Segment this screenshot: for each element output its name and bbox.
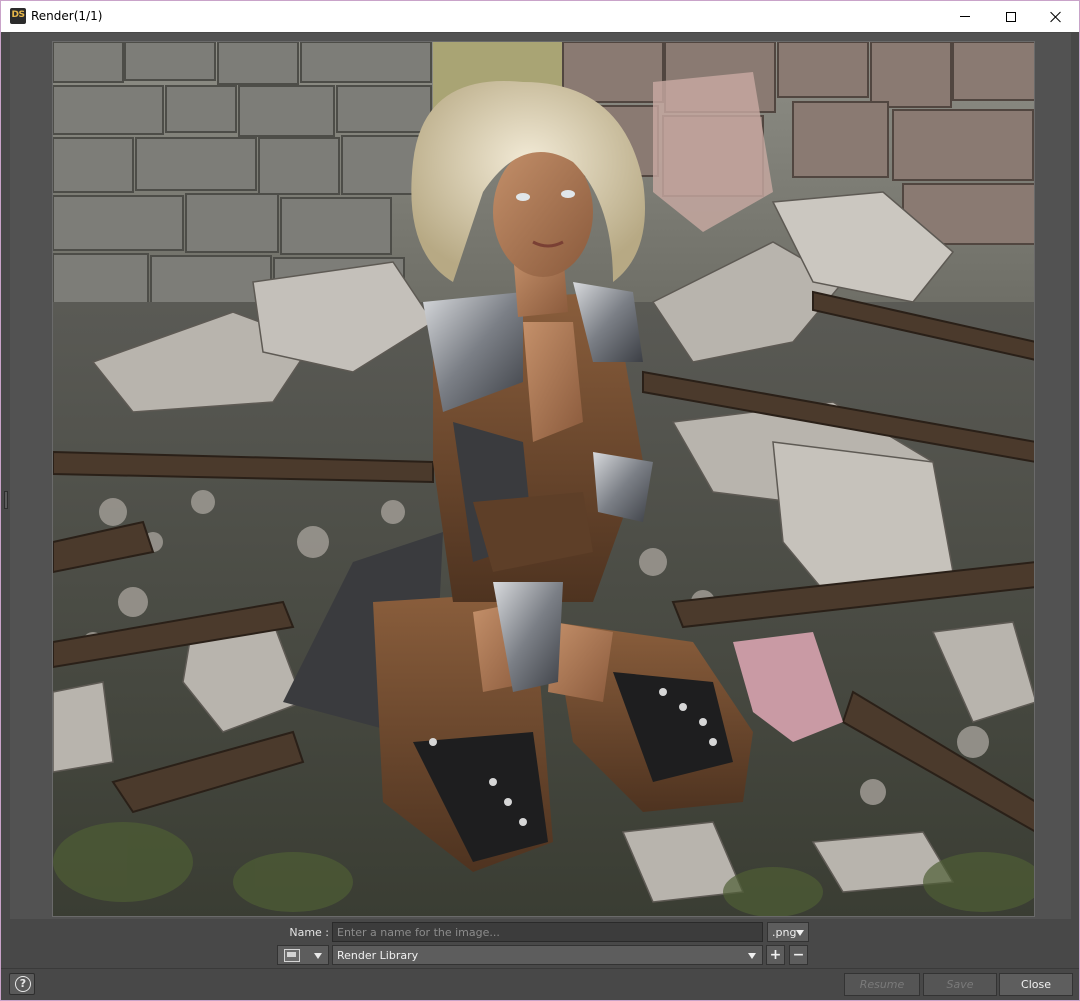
minimize-icon bbox=[960, 16, 970, 17]
render-library-dropdown[interactable]: Render Library bbox=[332, 945, 763, 965]
image-name-input[interactable] bbox=[332, 922, 763, 942]
chevron-down-icon bbox=[796, 930, 804, 936]
library-value: Render Library bbox=[337, 949, 419, 962]
format-dropdown[interactable]: .png bbox=[767, 922, 809, 942]
app-icon-text: DS bbox=[11, 10, 25, 20]
render-window: DS Render(1/1) Name: Enter a name for t… bbox=[0, 0, 1080, 1001]
render-image bbox=[52, 41, 1035, 917]
window-title: Render(1/1) bbox=[31, 9, 103, 23]
remove-button[interactable]: − bbox=[789, 945, 808, 965]
maximize-button[interactable] bbox=[988, 1, 1034, 32]
close-icon bbox=[1050, 11, 1062, 23]
chevron-down-icon bbox=[314, 953, 322, 959]
close-button[interactable]: Close bbox=[999, 973, 1073, 996]
chevron-down-icon bbox=[748, 953, 756, 959]
side-panel-grip[interactable] bbox=[4, 491, 8, 509]
resume-button[interactable]: Resume bbox=[844, 973, 920, 996]
save-button[interactable]: Save bbox=[923, 973, 997, 996]
image-library-icon bbox=[284, 949, 300, 962]
help-icon: ? bbox=[15, 976, 31, 992]
name-label: Name : bbox=[289, 926, 329, 939]
render-library-menu-button[interactable] bbox=[277, 945, 329, 965]
help-button[interactable]: ? bbox=[9, 973, 35, 995]
add-button[interactable]: + bbox=[766, 945, 785, 965]
maximize-icon bbox=[1006, 11, 1016, 22]
window-close-button[interactable] bbox=[1033, 1, 1079, 32]
daz-studio-icon: DS bbox=[10, 8, 26, 24]
title-bar: DS Render(1/1) bbox=[1, 1, 1079, 32]
minimize-button[interactable] bbox=[942, 1, 988, 32]
footer-divider bbox=[1, 968, 1079, 969]
render-image-picture bbox=[53, 42, 1034, 916]
format-value: .png bbox=[772, 926, 797, 939]
